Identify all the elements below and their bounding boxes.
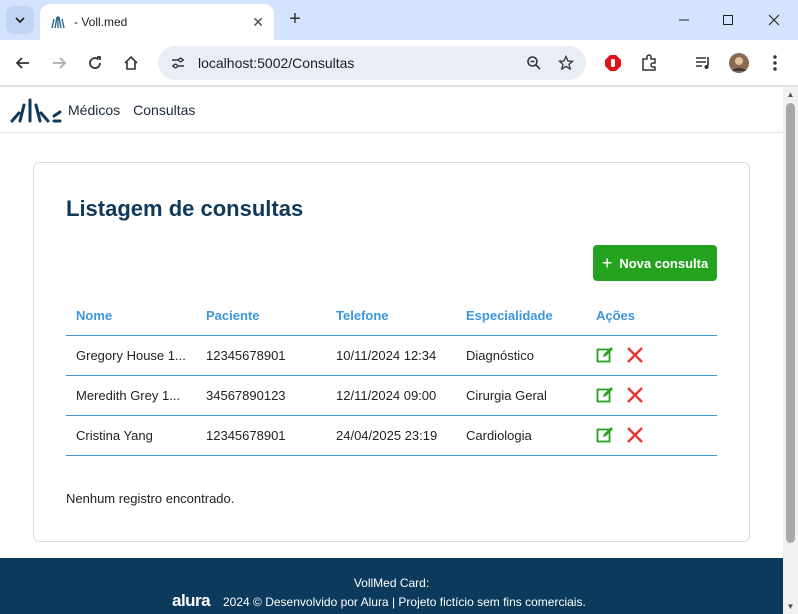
footer-copyright: 2024 © Desenvolvido por Alura | Projeto … [223,595,586,609]
maximize-icon[interactable] [716,8,740,32]
zoom-icon[interactable] [526,55,542,71]
cell-especialidade: Diagnóstico [456,335,586,376]
nova-consulta-button[interactable]: + Nova consulta [593,245,717,281]
column-header-acoes: Ações [586,296,717,336]
app-navbar: Médicos Consultas [0,87,783,133]
browser-tab[interactable]: - Voll.med ✕ [40,4,274,40]
page-scrollbar[interactable]: ▲ ▼ [783,87,798,614]
footer-title: VollMed Card: [353,576,430,590]
site-settings-icon[interactable] [170,55,186,71]
page-title: Listagem de consultas [66,196,304,221]
edit-icon[interactable] [596,426,614,444]
plus-icon: + [601,252,613,273]
media-control-icon[interactable] [691,51,715,75]
scrollbar-thumb[interactable] [786,103,795,543]
cell-nome: Gregory House 1... [66,335,196,376]
column-header-paciente: Paciente [196,296,326,336]
table-row: Meredith Grey 1... 34567890123 12/11/202… [66,375,717,416]
nav-item-medicos[interactable]: Médicos [68,102,120,118]
profile-avatar[interactable] [727,51,751,75]
browser-menu-icon[interactable] [763,51,787,75]
extensions-icon[interactable] [637,51,661,75]
vollmed-logo[interactable] [10,97,62,123]
forward-icon[interactable] [47,51,71,75]
delete-icon[interactable] [626,426,644,444]
table-header-row: Nome Paciente Telefone Especialidade Açõ… [66,296,717,336]
address-bar[interactable]: localhost:5002/Consultas [158,46,586,80]
cell-paciente: 12345678901 [196,335,326,376]
cell-paciente: 12345678901 [196,415,326,456]
page-footer: VollMed Card: alura 2024 © Desenvolvido … [0,558,783,614]
adblock-extension-icon[interactable] [601,51,625,75]
tab-search-button[interactable] [6,6,34,34]
cell-nome: Cristina Yang [66,415,196,456]
cell-acoes [586,375,717,416]
browser-toolbar: localhost:5002/Consultas [0,40,798,86]
window-close-icon[interactable] [762,8,786,32]
empty-message: Nenhum registro encontrado. [66,491,235,506]
table-row: Gregory House 1... 12345678901 10/11/202… [66,335,717,376]
consultas-table: Nome Paciente Telefone Especialidade Açõ… [66,296,717,456]
column-header-telefone: Telefone [326,296,456,336]
table-row: Cristina Yang 12345678901 24/04/2025 23:… [66,415,717,456]
cell-nome: Meredith Grey 1... [66,375,196,416]
vollmed-favicon-icon [51,16,65,29]
scroll-up-icon[interactable]: ▲ [786,90,795,99]
minimize-icon[interactable] [672,8,696,32]
edit-icon[interactable] [596,386,614,404]
cell-telefone: 12/11/2024 09:00 [326,375,456,416]
alura-logo: alura [172,591,211,610]
home-icon[interactable] [119,51,143,75]
consultas-card: Listagem de consultas + Nova consulta No… [33,162,750,542]
delete-icon[interactable] [626,346,644,364]
tab-close-icon[interactable]: ✕ [252,14,264,31]
chevron-down-icon [15,17,25,24]
cell-telefone: 24/04/2025 23:19 [326,415,456,456]
page-viewport: Médicos Consultas Listagem de consultas … [0,87,783,614]
reload-icon[interactable] [83,51,107,75]
browser-tab-bar: - Voll.med ✕ + [0,0,798,40]
cell-acoes [586,335,717,376]
nav-item-consultas[interactable]: Consultas [133,102,195,118]
cell-especialidade: Cirurgia Geral [456,375,586,416]
cell-paciente: 34567890123 [196,375,326,416]
cell-telefone: 10/11/2024 12:34 [326,335,456,376]
url-text: localhost:5002/Consultas [198,55,355,71]
nova-consulta-label: Nova consulta [619,255,709,271]
column-header-nome: Nome [66,296,196,336]
scroll-down-icon[interactable]: ▼ [786,602,795,611]
cell-especialidade: Cardiologia [456,415,586,456]
back-icon[interactable] [11,51,35,75]
tab-title: - Voll.med [74,15,128,29]
cell-acoes [586,415,717,456]
new-tab-button[interactable]: + [284,8,306,30]
bookmark-star-icon[interactable] [558,55,574,71]
edit-icon[interactable] [596,346,614,364]
column-header-especialidade: Especialidade [456,296,586,336]
delete-icon[interactable] [626,386,644,404]
